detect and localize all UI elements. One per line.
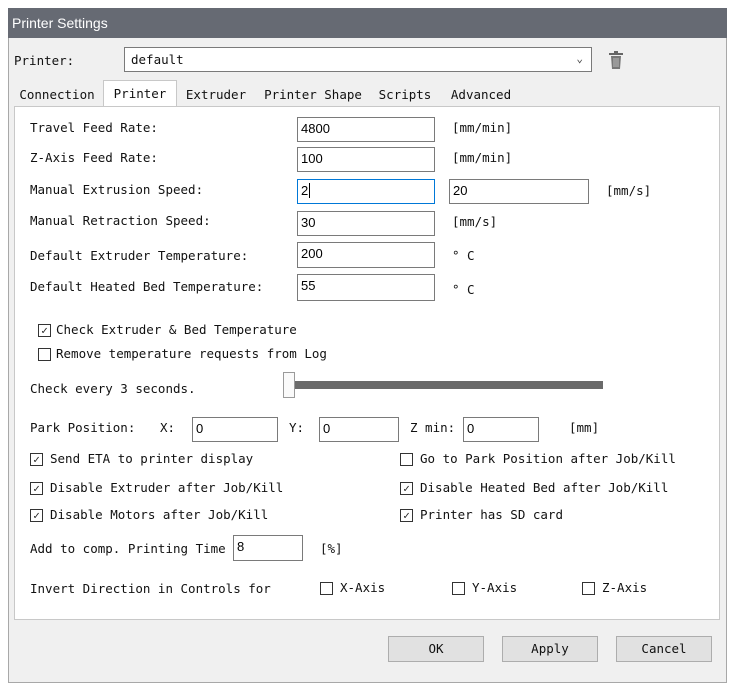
invert-direction-label: Invert Direction in Controls for: [30, 581, 271, 596]
chevron-down-icon: ⌄: [576, 52, 583, 65]
go-to-park-label: Go to Park Position after Job/Kill: [420, 451, 676, 466]
manual-retraction-field[interactable]: 30: [297, 211, 435, 236]
comp-time-label: Add to comp. Printing Time: [30, 541, 226, 556]
ok-button[interactable]: OK: [388, 636, 484, 662]
z-feed-rate-field[interactable]: 100: [297, 147, 435, 172]
check-every-label: Check every 3 seconds.: [30, 381, 196, 396]
invert-z-checkbox[interactable]: [582, 582, 595, 595]
disable-extruder-label: Disable Extruder after Job/Kill: [50, 480, 284, 495]
invert-x-checkbox[interactable]: [320, 582, 333, 595]
travel-feed-rate-unit: [mm/min]: [452, 120, 513, 135]
remove-temp-requests-label: Remove temperature requests from Log: [56, 346, 327, 361]
has-sd-label: Printer has SD card: [420, 507, 563, 522]
invert-x-label: X-Axis: [340, 580, 386, 595]
printer-select-value: default: [131, 52, 184, 67]
park-y-label: Y:: [289, 420, 305, 435]
go-to-park-checkbox[interactable]: [400, 453, 413, 466]
park-z-label: Z min:: [410, 420, 456, 435]
printer-label: Printer:: [14, 53, 75, 68]
default-extruder-temp-unit: ° C: [452, 248, 475, 263]
comp-time-field[interactable]: 8: [233, 535, 303, 561]
check-interval-slider-thumb[interactable]: [283, 372, 295, 398]
text-cursor: [309, 183, 311, 198]
invert-z-label: Z-Axis: [602, 580, 648, 595]
tab-connection[interactable]: Connection: [14, 84, 100, 106]
invert-y-label: Y-Axis: [472, 580, 518, 595]
comp-time-unit: [%]: [320, 541, 343, 556]
remove-temp-requests-checkbox[interactable]: [38, 348, 51, 361]
default-extruder-temp-label: Default Extruder Temperature:: [30, 248, 249, 263]
disable-bed-label: Disable Heated Bed after Job/Kill: [420, 480, 669, 495]
disable-bed-checkbox[interactable]: ✓: [400, 482, 413, 495]
manual-extrusion-field-2[interactable]: 20: [449, 179, 589, 204]
park-unit: [mm]: [569, 420, 600, 435]
has-sd-checkbox[interactable]: ✓: [400, 509, 413, 522]
park-position-label: Park Position:: [30, 420, 136, 435]
printer-select[interactable]: default ⌄: [124, 47, 592, 72]
tab-scripts[interactable]: Scripts: [371, 84, 439, 106]
manual-extrusion-field[interactable]: 2: [297, 179, 435, 204]
z-feed-rate-label: Z-Axis Feed Rate:: [30, 150, 158, 165]
tab-extruder[interactable]: Extruder: [178, 84, 254, 106]
travel-feed-rate-label: Travel Feed Rate:: [30, 120, 158, 135]
trash-icon[interactable]: [608, 50, 624, 73]
title-bar[interactable]: [8, 8, 727, 38]
tab-printer[interactable]: Printer: [103, 80, 177, 107]
window-title: Printer Settings: [12, 15, 108, 31]
tab-advanced[interactable]: Advanced: [442, 84, 520, 106]
default-bed-temp-label: Default Heated Bed Temperature:: [30, 279, 264, 294]
disable-motors-checkbox[interactable]: ✓: [30, 509, 43, 522]
park-z-field[interactable]: 0: [463, 417, 539, 442]
travel-feed-rate-field[interactable]: 4800: [297, 117, 435, 142]
invert-y-checkbox[interactable]: [452, 582, 465, 595]
manual-extrusion-value: 2: [301, 183, 309, 198]
default-bed-temp-unit: ° C: [452, 282, 475, 297]
z-feed-rate-unit: [mm/min]: [452, 150, 513, 165]
manual-extrusion-label: Manual Extrusion Speed:: [30, 182, 204, 197]
cancel-button[interactable]: Cancel: [616, 636, 712, 662]
park-x-label: X:: [160, 420, 176, 435]
send-eta-checkbox[interactable]: ✓: [30, 453, 43, 466]
check-temps-checkbox[interactable]: ✓: [38, 324, 51, 337]
park-x-field[interactable]: 0: [192, 417, 278, 442]
default-extruder-temp-field[interactable]: 200: [297, 242, 435, 268]
manual-retraction-label: Manual Retraction Speed:: [30, 213, 211, 228]
disable-motors-label: Disable Motors after Job/Kill: [50, 507, 269, 522]
park-y-field[interactable]: 0: [319, 417, 399, 442]
default-bed-temp-field[interactable]: 55: [297, 274, 435, 301]
manual-extrusion-unit: [mm/s]: [606, 183, 652, 198]
check-temps-label: Check Extruder & Bed Temperature: [56, 322, 297, 337]
manual-retraction-unit: [mm/s]: [452, 214, 498, 229]
apply-button[interactable]: Apply: [502, 636, 598, 662]
check-interval-slider-track[interactable]: [287, 381, 603, 389]
tab-printer-shape[interactable]: Printer Shape: [256, 84, 370, 106]
send-eta-label: Send ETA to printer display: [50, 451, 254, 466]
disable-extruder-checkbox[interactable]: ✓: [30, 482, 43, 495]
